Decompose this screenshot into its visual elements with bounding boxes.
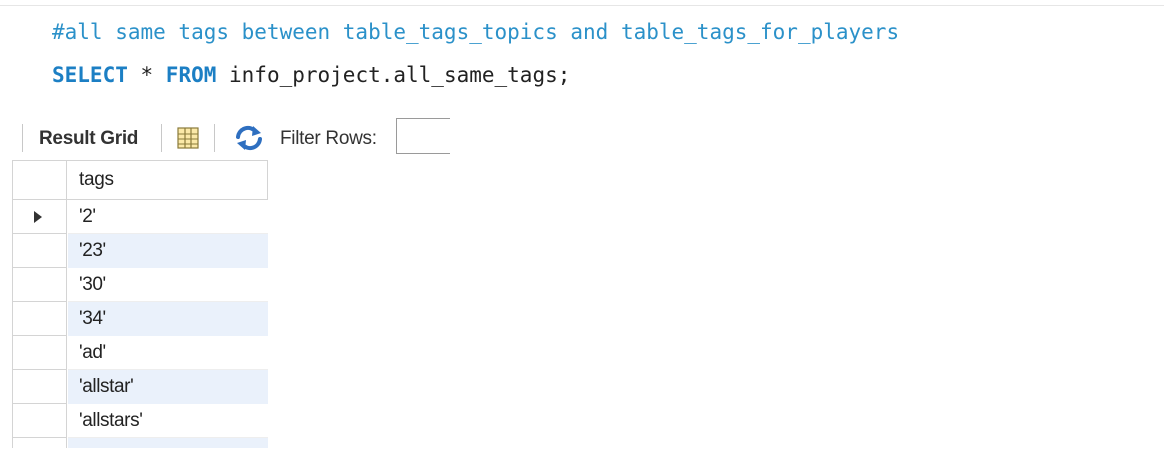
filter-rows-input[interactable] (396, 118, 450, 154)
row-header[interactable] (12, 438, 67, 448)
table-cell[interactable]: '23' (68, 234, 268, 268)
table-row[interactable]: '2' (12, 200, 268, 234)
table-row[interactable]: 'allstars' (12, 404, 268, 438)
table-row[interactable]: 'ad' (12, 336, 268, 370)
select-keyword: SELECT (52, 63, 128, 87)
sql-comment-line: #all same tags between table_tags_topics… (52, 20, 900, 44)
sql-query-line: SELECT * FROM info_project.all_same_tags… (52, 61, 570, 89)
current-row-pointer-icon (34, 211, 42, 223)
row-header[interactable] (12, 268, 67, 302)
table-cell[interactable]: '2' (68, 200, 268, 234)
from-keyword: FROM (165, 63, 217, 87)
query-target: info_project.all_same_tags; (216, 63, 571, 87)
row-header[interactable] (12, 370, 67, 404)
toolbar-separator (161, 124, 162, 152)
row-header[interactable] (12, 200, 67, 234)
result-grid[interactable]: tags '2' '23' '30' '34' 'ad' 'allstar' '… (12, 160, 268, 448)
filter-rows-label: Filter Rows: (280, 128, 377, 149)
toolbar-separator (22, 124, 23, 152)
table-cell[interactable]: 'allstars' (68, 404, 268, 438)
table-cell[interactable]: '34' (68, 302, 268, 336)
grid-layout-icon[interactable] (176, 126, 200, 150)
grid-corner-cell[interactable] (12, 161, 67, 199)
column-header-tags[interactable]: tags (68, 161, 268, 199)
sql-editor[interactable]: #all same tags between table_tags_topics… (0, 6, 1164, 102)
table-cell[interactable]: 'ad' (68, 336, 268, 370)
grid-header-row: tags (12, 160, 268, 200)
table-row[interactable]: '23' (12, 234, 268, 268)
result-toolbar: Result Grid Filter Rows: (12, 104, 450, 156)
row-header[interactable] (12, 336, 67, 370)
table-row[interactable]: '30' (12, 268, 268, 302)
result-grid-tab[interactable]: Result Grid (39, 128, 138, 150)
table-cell[interactable]: '30' (68, 268, 268, 302)
table-row-partial[interactable] (12, 438, 268, 448)
row-header[interactable] (12, 234, 67, 268)
row-header[interactable] (12, 302, 67, 336)
table-cell[interactable] (68, 438, 268, 448)
table-row[interactable]: '34' (12, 302, 268, 336)
row-header[interactable] (12, 404, 67, 438)
toolbar-separator (214, 124, 215, 152)
refresh-icon[interactable] (234, 124, 264, 152)
result-panel: Result Grid Filter Rows: tags '2' '23' '… (12, 104, 450, 450)
select-star: * (127, 63, 166, 87)
table-row[interactable]: 'allstar' (12, 370, 268, 404)
table-cell[interactable]: 'allstar' (68, 370, 268, 404)
